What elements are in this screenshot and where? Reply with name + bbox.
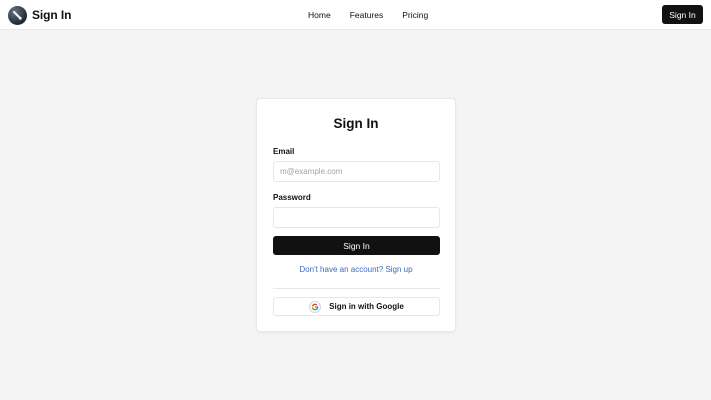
sign-in-card: Sign In Email Password Sign In Don't hav… [256, 98, 456, 332]
nav-link-pricing[interactable]: Pricing [402, 9, 428, 21]
sign-in-submit-button[interactable]: Sign In [273, 236, 440, 255]
nav-link-features[interactable]: Features [350, 9, 384, 21]
header-sign-in-button[interactable]: Sign In [662, 5, 703, 24]
brand[interactable]: Sign In [8, 5, 71, 25]
google-sign-in-button[interactable]: Sign in with Google [273, 297, 440, 316]
email-field[interactable] [273, 161, 440, 182]
email-label: Email [273, 147, 295, 156]
password-field[interactable] [273, 207, 440, 228]
top-nav-bar: Sign In Home Features Pricing Sign In [0, 0, 711, 30]
divider [273, 288, 440, 289]
card-title: Sign In [333, 116, 379, 131]
brand-name: Sign In [32, 8, 72, 22]
sign-up-link[interactable]: Don't have an account? Sign up [257, 265, 455, 274]
main-nav: Home Features Pricing [308, 9, 428, 21]
logo-icon [8, 5, 27, 25]
google-icon [309, 300, 322, 313]
nav-link-home[interactable]: Home [308, 9, 331, 21]
google-button-label: Sign in with Google [329, 302, 404, 311]
password-label: Password [273, 193, 311, 202]
